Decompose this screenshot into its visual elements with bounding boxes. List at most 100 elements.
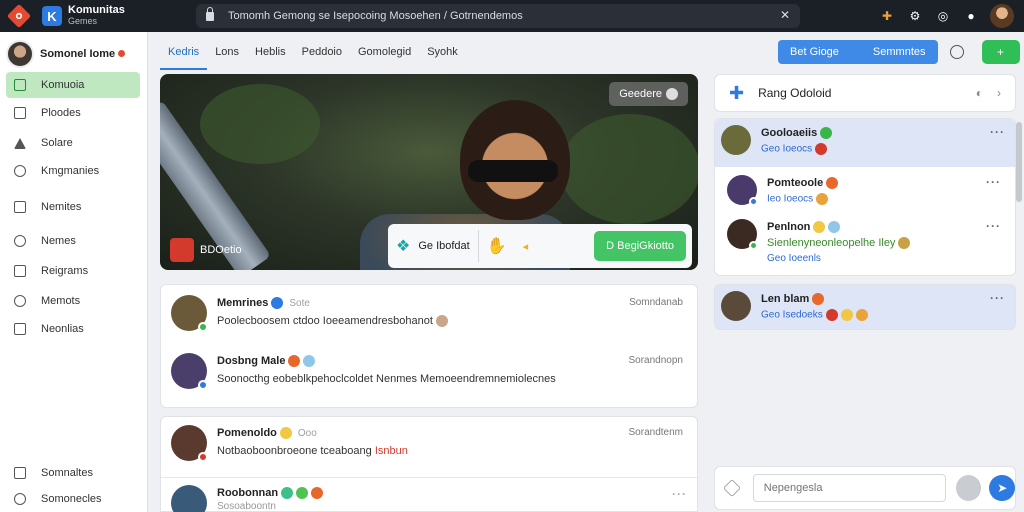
sidebar-item-8[interactable]: Neonlias [6,316,140,342]
notification-dot [118,50,126,57]
message-row[interactable]: Len blam Geo Isedoeks ··· [715,285,1015,329]
sidebar-item-label: Memots [41,295,81,307]
scrollbar-thumb[interactable] [1016,122,1022,202]
post-text: Notbaoboonbroeone tceaboang Isnbun [217,445,408,457]
feed-card: Memrines Sote Poolecboosem ctdoo Ioeeamen… [160,284,698,408]
sidebar-item-3[interactable]: Kmgmanies [6,158,140,184]
plus-icon[interactable]: ✚ [729,83,744,104]
tab-2[interactable]: Heblis [247,32,294,70]
more-icon[interactable]: ··· [672,487,687,501]
online-status [749,241,758,250]
close-icon[interactable]: ✕ [780,8,790,22]
hero-bar-arrow[interactable]: ◂ [515,224,537,268]
primary-action-left: Bet Gioge [790,46,839,58]
hero-tag: BDOetio [170,238,242,262]
settings-icon[interactable] [949,45,964,59]
primary-action-button[interactable]: Bet Gioge Semmntes [778,40,938,64]
toggle-icon[interactable]: ◐ [976,86,983,100]
more-icon[interactable]: ··· [990,125,1005,139]
gear-icon[interactable]: ⚙ [906,7,924,25]
hero-chip[interactable]: Geedere [609,82,688,106]
tab-5[interactable]: Syohk [419,32,466,70]
profile-name-wrap: Somonel Iome [40,48,126,60]
pencil-icon[interactable] [723,479,741,497]
more-icon[interactable]: ··· [986,175,1001,189]
sidebar-item-label: Somonecles [41,493,102,505]
address-bar[interactable]: Tomomh Gemong se Isepocoing Mosoehen / G… [196,4,800,28]
bell-icon [14,235,26,247]
message-input[interactable] [752,474,946,502]
tab-4[interactable]: Gomolegid [350,32,419,70]
info-icon [666,88,678,101]
message-header: Len blam [761,291,868,305]
sidebar-item-label: Kmgmanies [41,165,100,177]
post-body: Roobonnan Sosoaboontn [217,485,324,512]
hero-banner[interactable]: Geedere BDOetio ❖ Ge Ibofdat ✋ ◂ D BegiG… [160,74,698,270]
lock-icon [206,6,214,21]
message-author: Gooloaeiis [761,127,818,139]
hero-cta-button[interactable]: D BegiGkiotto [594,231,686,261]
sidebar: Somonel Iome Komuoia Ploodes Solare Kmgmani… [0,32,148,512]
emoji-button[interactable] [955,475,982,501]
sidebar-item-5[interactable]: Nemes [6,228,140,254]
post-item[interactable]: Dosbng Male Soonocthg eobeblkpehoclcolde… [171,353,556,390]
sidebar-item-label: Solare [41,137,73,149]
sidebar-item-label: Nemites [41,201,82,213]
scrollbar[interactable] [1016,112,1024,472]
post-item[interactable]: Memrines Sote Poolecboosem ctdoo Ioeeamen… [171,295,448,332]
primary-action-right: Semmntes [872,46,926,58]
post-text-content: Poolecboosem ctdoo Ioeeamendresbohanot [217,315,433,327]
message-row[interactable]: Gooloaeiis Geo Ioeocs ··· [715,119,1015,167]
puzzle-icon[interactable]: ✚ [878,7,896,25]
sidebar-item-0[interactable]: Komuoia [6,72,140,98]
tab-1[interactable]: Lons [207,32,247,70]
emoji-icon [279,426,292,439]
send-button[interactable]: ➤ [989,475,1016,501]
sidebar-item-6[interactable]: Reigrams [6,258,140,284]
hero-bar-info[interactable]: ❖ Ge Ibofdat [388,224,478,268]
game-badge-icon [170,238,194,262]
hero-chip-label: Geedere [619,88,662,100]
channel-label: Rang Odoloid [758,86,832,100]
emoji-icon [855,309,868,321]
post-link[interactable]: Isnbun [375,445,408,457]
sidebar-item-4[interactable]: Nemites [6,194,140,220]
app-logo-icon[interactable] [6,3,32,29]
sidebar-item-1[interactable]: Ploodes [6,100,140,126]
hero-bar-hand[interactable]: ✋ [479,224,515,268]
home-icon [14,79,26,91]
add-button[interactable]: + [981,40,1020,64]
wave-icon: ✋ [486,238,507,255]
emoji-icon [815,143,828,155]
message-author: Pomteoole [767,177,824,189]
chevron-right-icon[interactable]: › [997,86,1001,100]
post-item[interactable]: Pomenoldo Ooo Notbaoboonbroeone tceaboang… [171,425,408,462]
emoji-icon [303,354,316,367]
message-row[interactable]: Pomteoole Ieo Ioeocs ··· [721,169,1011,215]
sidebar-bottom-item-1[interactable]: Somonecles [6,486,140,512]
sidebar-item-label: Reigrams [41,265,89,277]
hero-glasses [468,160,558,182]
emoji-icon [311,486,324,499]
more-icon[interactable]: ··· [986,219,1001,233]
sidebar-item-2[interactable]: Solare [6,130,140,156]
avatar [171,295,208,332]
clock-icon[interactable]: ◎ [934,7,952,25]
profile[interactable]: Somonel Iome [0,32,147,76]
post-header: Memrines Sote [217,295,448,309]
message-row[interactable]: Penlnon Sienlenyneonleopelhe Iley Geo Io… [721,213,1011,275]
sidebar-item-7[interactable]: Memots [6,288,140,314]
tab-3[interactable]: Peddoio [294,32,350,70]
sidebar-bottom-item-0[interactable]: Somnaltes [6,460,140,486]
message-text-content: Sienlenyneonleopelhe Iley [767,237,896,249]
online-status [198,380,208,390]
post-item[interactable]: Roobonnan Sosoaboontn [171,485,324,512]
more-icon[interactable]: ··· [990,291,1005,305]
message-panel: Len blam Geo Isedoeks ··· [714,284,1016,330]
channel-selector[interactable]: ✚ Rang Odoloid ◐ › [714,74,1016,112]
post-text: Soonocthg eobeblkpehoclcoldet Nenmes Mem… [217,373,556,385]
circle-icon[interactable]: ● [962,7,980,25]
tab-0[interactable]: Kedris [160,32,208,70]
user-avatar[interactable] [990,4,1014,28]
avatar [171,485,207,512]
